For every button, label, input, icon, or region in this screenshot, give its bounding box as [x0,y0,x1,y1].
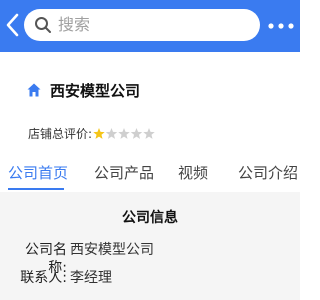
more-dots-icon[interactable] [268,23,294,29]
star-icon [130,128,143,139]
star-icon [118,128,130,139]
store-header: 西安模型公司 店铺总评价: [0,52,300,158]
tab-about[interactable]: 公司介绍 [238,163,298,183]
contact-value: 李经理 [70,270,112,286]
contact-label: 联系人: [20,270,67,286]
chevron-left-icon[interactable] [4,12,22,38]
tab-videos[interactable]: 视频 [178,163,208,183]
top-bar: 搜索 [0,0,300,52]
star-icon [93,128,105,139]
star-icon [143,128,155,139]
star-icon [105,128,118,139]
home-icon [27,83,41,97]
tab-bar: 公司首页 公司产品 视频 公司介绍 [0,158,300,192]
search-icon [35,17,51,33]
tab-products[interactable]: 公司产品 [94,163,154,183]
active-tab-indicator [8,188,64,190]
company-info-panel: 公司信息 公司名称: 西安模型公司 联系人: 李经理 [0,192,300,300]
rating-stars [93,128,155,139]
rating-label: 店铺总评价: [28,127,93,141]
search-placeholder: 搜索 [58,15,91,34]
info-title: 公司信息 [122,210,178,226]
search-input[interactable]: 搜索 [24,9,260,41]
store-name: 西安模型公司 [50,82,141,100]
tab-home[interactable]: 公司首页 [8,163,68,183]
company-name-value: 西安模型公司 [70,242,154,258]
